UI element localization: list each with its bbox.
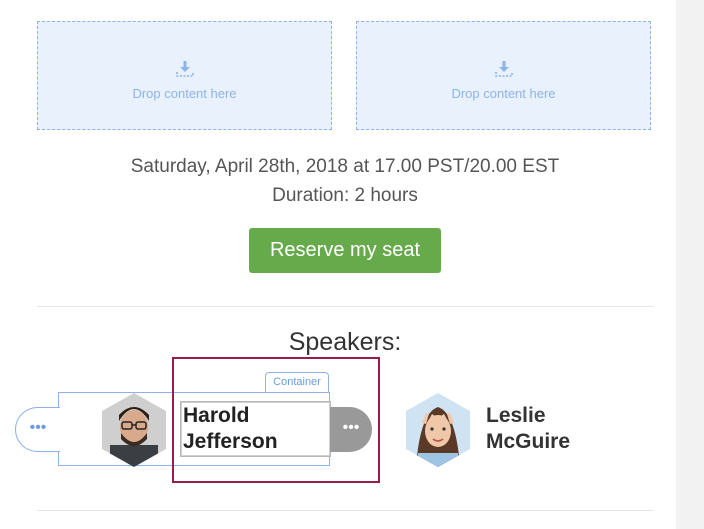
woman-peace-sign-avatar (406, 393, 470, 467)
speaker-name: Leslie McGuire (486, 403, 570, 455)
event-duration: Duration: 2 hours (272, 185, 418, 206)
download-icon (494, 61, 513, 77)
man-with-glasses-avatar (102, 393, 166, 467)
section-divider (37, 510, 653, 511)
download-icon (175, 61, 194, 77)
section-divider (37, 306, 653, 307)
right-gutter (676, 0, 704, 529)
dropzone-right[interactable]: Drop content here (356, 21, 651, 130)
dropzone-label: Drop content here (451, 86, 556, 101)
speaker-last-name: McGuire (486, 430, 571, 453)
speakers-heading: Speakers: (288, 328, 402, 356)
selection-highlight (172, 357, 380, 483)
dropzone-label: Drop content here (132, 86, 237, 101)
event-date: Saturday, April 28th, 2018 at 17.00 PST/… (130, 156, 560, 177)
reserve-seat-button[interactable]: Reserve my seat (249, 228, 441, 273)
dropzone-left[interactable]: Drop content here (37, 21, 332, 130)
container-options-button[interactable]: ••• (15, 407, 60, 452)
speaker-first-name: Leslie (486, 404, 546, 427)
